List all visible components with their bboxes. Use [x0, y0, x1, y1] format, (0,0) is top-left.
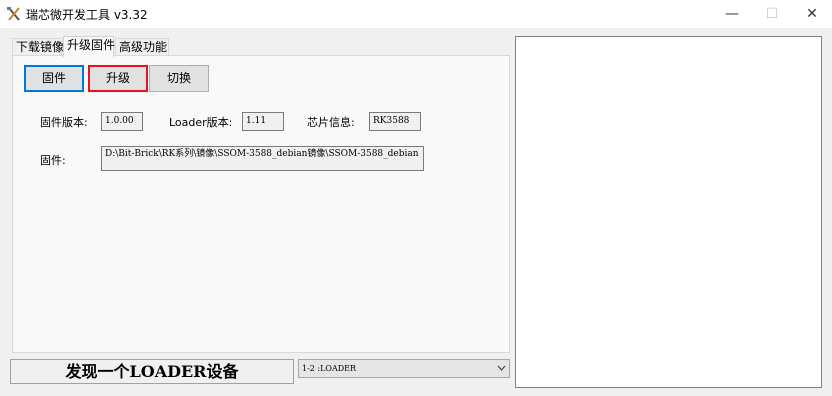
log-panel[interactable] [515, 36, 822, 388]
close-button[interactable]: ✕ [792, 0, 832, 28]
tab-advanced-functions[interactable]: 高级功能 [115, 38, 169, 56]
window-title: 瑞芯微开发工具 v3.32 [26, 8, 148, 22]
tools-icon [6, 6, 22, 22]
loader-version-label: Loader版本: [169, 116, 233, 129]
firmware-path-field[interactable]: D:\Bit-Brick\RK系列\镜像\SSOM-3588_debian镜像\… [101, 146, 424, 171]
firmware-path-label: 固件: [40, 154, 66, 167]
chevron-down-icon[interactable] [497, 360, 506, 384]
chip-info-field: RK3588 [369, 112, 421, 131]
firmware-version-label: 固件版本: [40, 116, 88, 129]
firmware-version-field: 1.0.00 [101, 112, 143, 131]
tab-panel [12, 55, 510, 353]
tab-download-image[interactable]: 下载镜像 [12, 38, 64, 56]
upgrade-button[interactable]: 升级 [88, 65, 148, 92]
loader-version-field: 1.11 [242, 112, 284, 131]
device-select[interactable]: 1-2 :LOADER [298, 359, 510, 378]
title-bar: 瑞芯微开发工具 v3.32 — ☐ ✕ [0, 0, 832, 28]
device-select-value: 1-2 :LOADER [302, 364, 357, 373]
firmware-button[interactable]: 固件 [24, 65, 84, 92]
maximize-button[interactable]: ☐ [752, 0, 792, 28]
minimize-button[interactable]: — [712, 0, 752, 28]
switch-button[interactable]: 切换 [149, 65, 209, 92]
chip-info-label: 芯片信息: [307, 116, 355, 129]
tab-upgrade-firmware[interactable]: 升级固件 [63, 36, 115, 57]
status-message: 发现一个LOADER设备 [10, 359, 294, 384]
